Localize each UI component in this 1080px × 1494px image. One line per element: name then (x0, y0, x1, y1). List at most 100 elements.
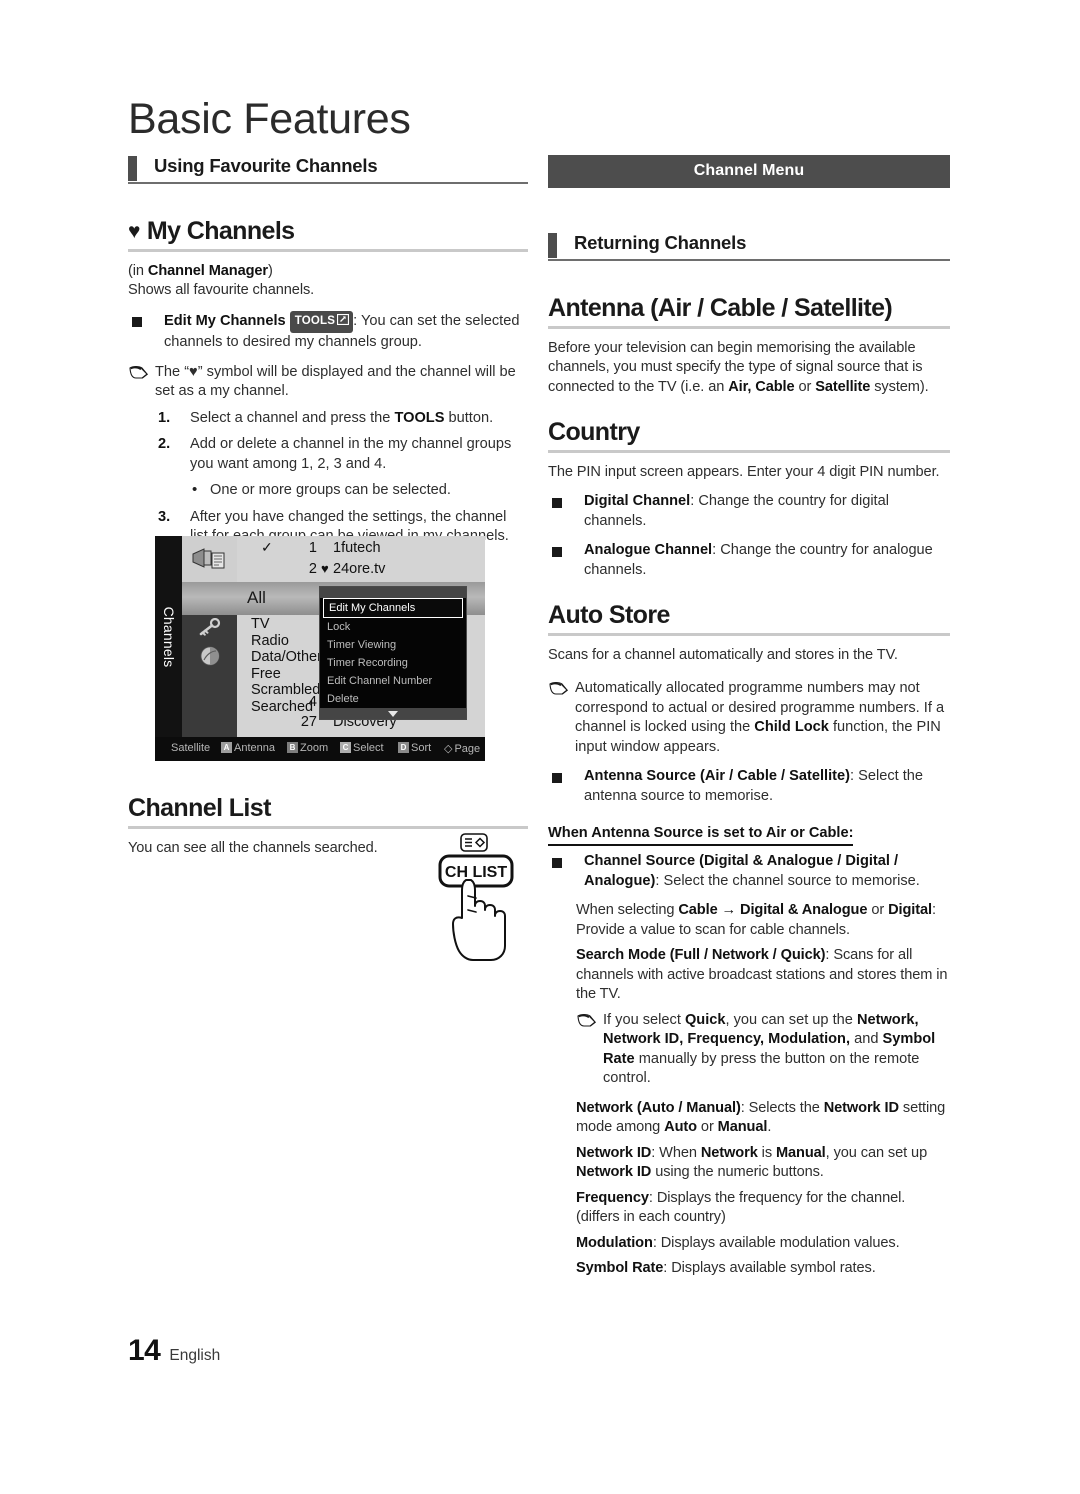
modulation-paragraph: Modulation: Displays available modulatio… (548, 1234, 950, 1254)
network-mid-a: : Selects the (740, 1099, 824, 1116)
page-title: Basic Features (128, 95, 411, 143)
antenna-paragraph: Before your television can begin memoris… (548, 339, 950, 398)
tv-selected-row-label: All (247, 588, 266, 607)
step-1-text-b: button. (444, 409, 494, 426)
page-language: English (169, 1347, 221, 1364)
tv-satellite-dish-icon[interactable] (200, 646, 220, 671)
bullet-antenna-source: Antenna Source (Air / Cable / Satellite)… (548, 767, 950, 806)
pencil-note-icon (548, 681, 569, 697)
subtitle-close: ) (268, 262, 273, 279)
tv-popup-item-edit-my-channels[interactable]: Edit My Channels (323, 598, 463, 618)
tools-key-icon: TOOLS (289, 310, 354, 333)
step-1-bold: TOOLS (394, 409, 445, 426)
quick-note-quick: Quick (684, 1011, 726, 1028)
bullet-channel-source: Channel Source (Digital & Analogue / Dig… (548, 852, 950, 891)
tv-check-icon: ✓ (261, 539, 273, 555)
quick-note-e: manually by press the button on the remo… (603, 1050, 920, 1087)
network-id-bold-1: Network ID (823, 1099, 899, 1116)
step-1-text-a: Select a channel and press the (190, 409, 395, 426)
symbol-rate-label: Symbol Rate (576, 1260, 664, 1276)
svg-text:CH LIST: CH LIST (445, 864, 507, 881)
network-id-d: using the numeric buttons. (651, 1164, 824, 1180)
tv-icon-rail (182, 536, 237, 737)
tv-popup-item-delete[interactable]: Delete (320, 690, 466, 708)
tv-row[interactable]: 2 ♥ 24ore.tv (237, 561, 485, 580)
note-auto-allocated: Automatically allocated programme number… (548, 679, 950, 757)
analogue-channel-label: Analogue Channel (584, 542, 713, 558)
ch-list-button-graphic: CH LIST (424, 832, 534, 967)
tv-row-number: 1 (308, 540, 317, 556)
tv-row-name: 1futech (333, 540, 381, 556)
note-quick: If you select Quick, you can set up the … (548, 1011, 950, 1089)
heading-channel-list: Channel List (128, 794, 528, 829)
tv-bottom-key-bar: Satellite A Antenna B Zoom C Select D Sort ◇… (155, 737, 485, 761)
network-auto: Auto (664, 1119, 697, 1135)
when-selecting-or: or (867, 902, 889, 918)
tv-key-sort-label: Sort (411, 742, 432, 754)
section-heading-returning-channels: Returning Channels (548, 232, 950, 261)
step-2-number: 2. (158, 436, 171, 452)
hand-icon (452, 879, 506, 961)
tv-key-select[interactable]: C Select (340, 742, 384, 754)
tv-popup-item-edit-channel-number[interactable]: Edit Channel Number (320, 672, 466, 690)
antenna-p-b1: Air, Cable (728, 378, 795, 395)
step-1: 1. Select a channel and press the TOOLS b… (128, 409, 528, 429)
symbol-rate-desc: : Displays available symbol rates. (663, 1260, 876, 1276)
network-id-b: is (757, 1144, 776, 1161)
tv-tools-popup-menu[interactable]: Edit My Channels Lock Timer Viewing Time… (319, 586, 467, 720)
when-selecting-cable: When selecting Cable → Digital & Analogu… (548, 901, 950, 940)
section-heading-label: Using Favourite Channels (154, 155, 378, 176)
tv-popup-item-timer-viewing[interactable]: Timer Viewing (320, 636, 466, 654)
tv-popup-scroll-down-icon[interactable] (320, 708, 466, 719)
frequency-label: Frequency (576, 1189, 649, 1206)
step-2-subbullet-text: One or more groups can be selected. (210, 482, 451, 498)
tv-key-satellite[interactable]: Satellite (171, 742, 210, 754)
note-heart-text: The “♥” symbol will be displayed and the… (155, 363, 516, 400)
tv-key-antenna[interactable]: A Antenna (221, 742, 275, 754)
modulation-desc: : Displays available modulation values. (652, 1234, 900, 1251)
note-heart-symbol: The “♥” symbol will be displayed and the… (128, 363, 528, 402)
network-id-label: Network ID (576, 1144, 652, 1161)
subtitle-bold: Channel Manager (147, 262, 269, 279)
tv-channel-manager-screenshot: ✓ 1 1futech 2 ♥ 24ore.tv 4 Coming Soon 2… (155, 536, 485, 761)
tv-key-zoom[interactable]: B Zoom (287, 742, 328, 754)
network-id-network: Network (700, 1144, 758, 1161)
network-id-paragraph: Network ID: When Network is Manual, you … (548, 1144, 950, 1183)
tv-page-diamond-icon: ◇ (444, 743, 453, 755)
tv-all-channels-icon[interactable] (191, 548, 227, 577)
tv-vertical-tab-channels[interactable]: Channels (155, 536, 182, 737)
when-antenna-source-head-wrap: When Antenna Source is set to Air or Cab… (548, 824, 950, 846)
my-channels-subtitle: (in Channel Manager) (128, 262, 528, 282)
tv-key-b-icon: B (287, 742, 298, 753)
tools-arrow-icon (337, 313, 350, 325)
when-selecting-digital-analogue: Digital & Analogue (740, 902, 868, 918)
modulation-label: Modulation (576, 1234, 653, 1251)
search-mode-label: Search Mode (Full / Network / Quick) (576, 947, 826, 963)
auto-store-intro: Scans for a channel automatically and st… (548, 646, 898, 663)
tv-popup-top-bar (320, 587, 466, 598)
tv-row[interactable]: ✓ 1 1futech (237, 539, 485, 559)
frequency-paragraph: Frequency: Displays the frequency for th… (548, 1189, 950, 1209)
network-id-bold-2: Network ID (576, 1164, 652, 1180)
antenna-p-b2: Satellite (815, 378, 871, 395)
frequency-desc: : Displays the frequency for the channel… (648, 1189, 906, 1206)
section-heading-using-favourite-channels: Using Favourite Channels (128, 155, 528, 184)
heading-country: Country (548, 418, 950, 453)
tv-popup-item-lock[interactable]: Lock (320, 618, 466, 636)
channel-source-desc: : Select the channel source to memorise. (655, 872, 920, 889)
network-manual: Manual (717, 1119, 768, 1135)
tv-key-sort[interactable]: D Sort (398, 742, 431, 754)
bullet-digital-channel: Digital Channel: Change the country for … (548, 492, 950, 531)
heading-auto-store: Auto Store (548, 601, 950, 636)
tv-row-name: 24ore.tv (333, 561, 386, 577)
tv-key-page[interactable]: ◇ Page (444, 742, 480, 755)
step-2-subbullet: One or more groups can be selected. (128, 480, 528, 501)
pencil-note-icon (576, 1013, 597, 1029)
digital-channel-label: Digital Channel (584, 493, 691, 509)
step-2: 2. Add or delete a channel in the my chan… (128, 435, 528, 474)
pencil-note-icon (128, 365, 149, 381)
when-selecting-digital: Digital (888, 902, 932, 918)
tv-lock-key-icon[interactable] (198, 617, 221, 641)
tv-popup-item-timer-recording[interactable]: Timer Recording (320, 654, 466, 672)
tv-heart-icon: ♥ (321, 561, 329, 576)
